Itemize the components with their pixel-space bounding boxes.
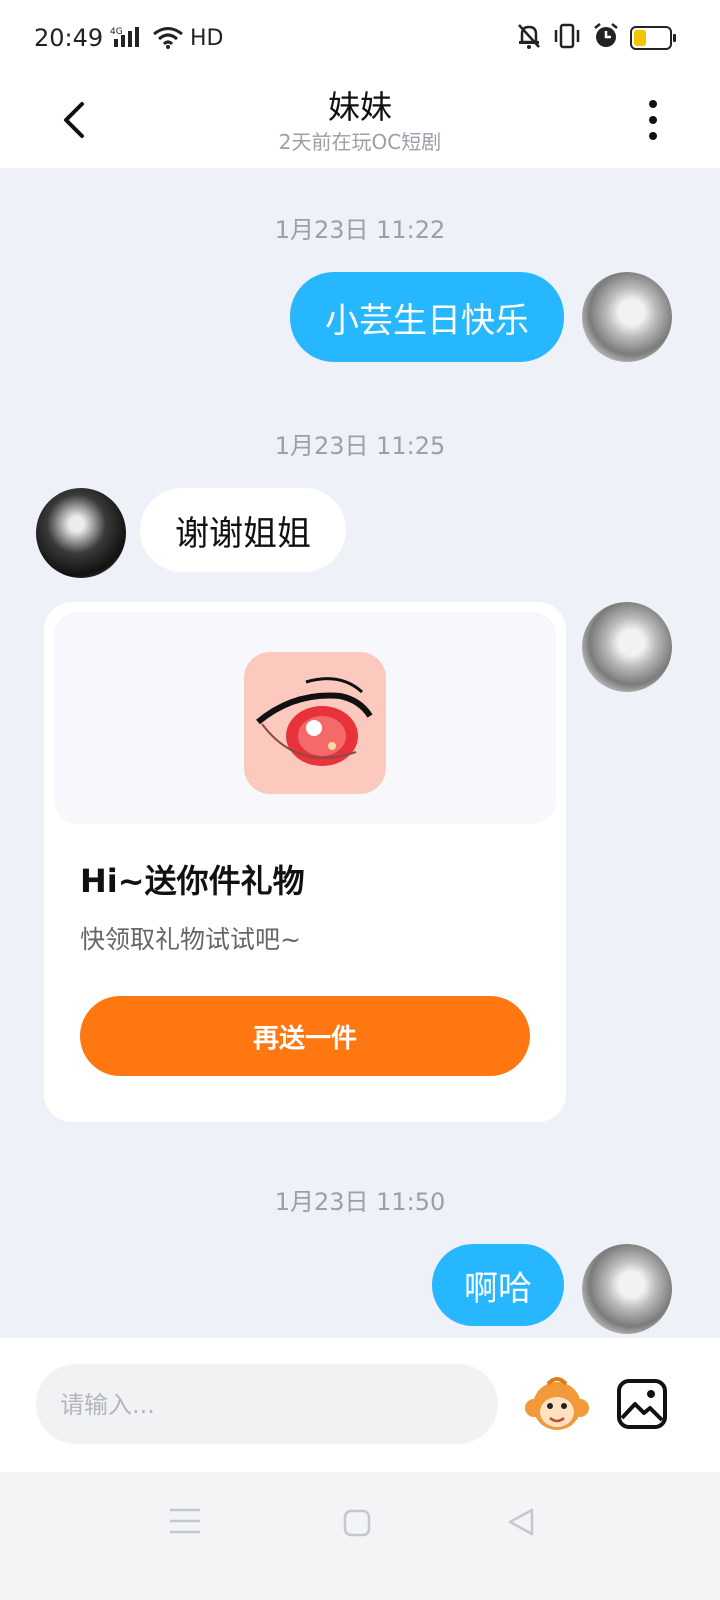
message-input[interactable]: [58, 1364, 472, 1446]
message-input-field[interactable]: [36, 1364, 498, 1446]
triangle-back-icon: [508, 1508, 534, 1536]
battery-level: [634, 30, 646, 46]
vibrate-icon: [552, 22, 582, 54]
menu-icon: [170, 1508, 200, 1534]
gift-banner: [54, 612, 556, 824]
home-button[interactable]: [342, 1508, 372, 1542]
gift-description: 快领取礼物试试吧~: [80, 925, 301, 954]
self-avatar[interactable]: [582, 1244, 672, 1334]
message-bubble-outgoing[interactable]: 小芸生日快乐: [290, 272, 564, 362]
monkey-emoji-icon: [525, 1377, 589, 1430]
gift-card[interactable]: Hi~送你件礼物 快领取礼物试试吧~ 再送一件: [44, 602, 566, 1122]
mute-icon: [516, 22, 542, 54]
square-icon: [343, 1509, 371, 1537]
message-timestamp: 1月23日 11:50: [274, 1188, 446, 1216]
emoji-button[interactable]: [524, 1374, 590, 1436]
chat-subtitle: 2天前在玩OC短剧: [278, 130, 442, 154]
input-bar: [0, 1338, 720, 1472]
message-timestamp: 1月23日 11:25: [274, 432, 446, 460]
network-type: 4G: [110, 27, 123, 37]
contact-avatar[interactable]: [36, 488, 126, 578]
image-button[interactable]: [616, 1378, 668, 1430]
image-icon: [617, 1379, 667, 1429]
wifi-icon: [152, 26, 184, 54]
eye-icon: [256, 677, 373, 766]
chat-header: 妹妹 2天前在玩OC短剧: [0, 80, 720, 169]
system-back-button[interactable]: [504, 1506, 536, 1542]
chat-title: 妹妹: [327, 88, 392, 126]
status-time: 20:49: [34, 24, 104, 52]
signal-icon: 4G: [110, 25, 146, 53]
recent-apps-button[interactable]: [168, 1506, 202, 1540]
self-avatar[interactable]: [582, 272, 672, 362]
gift-title: Hi~送你件礼物: [80, 862, 305, 900]
battery-icon: [630, 26, 676, 50]
more-vertical-icon: [649, 100, 657, 140]
self-avatar[interactable]: [582, 602, 672, 692]
alarm-icon: [592, 22, 620, 54]
more-button[interactable]: [642, 96, 672, 144]
send-again-button[interactable]: 再送一件: [80, 996, 530, 1076]
hd-indicator: HD: [190, 26, 224, 51]
status-bar: 20:49 4G HD: [0, 0, 720, 80]
system-navigation-bar: [0, 1472, 720, 1600]
message-bubble-incoming[interactable]: 谢谢姐姐: [140, 488, 346, 572]
gift-app-icon: [244, 652, 386, 794]
message-bubble-outgoing[interactable]: 啊哈: [432, 1244, 564, 1326]
message-timestamp: 1月23日 11:22: [274, 216, 446, 244]
